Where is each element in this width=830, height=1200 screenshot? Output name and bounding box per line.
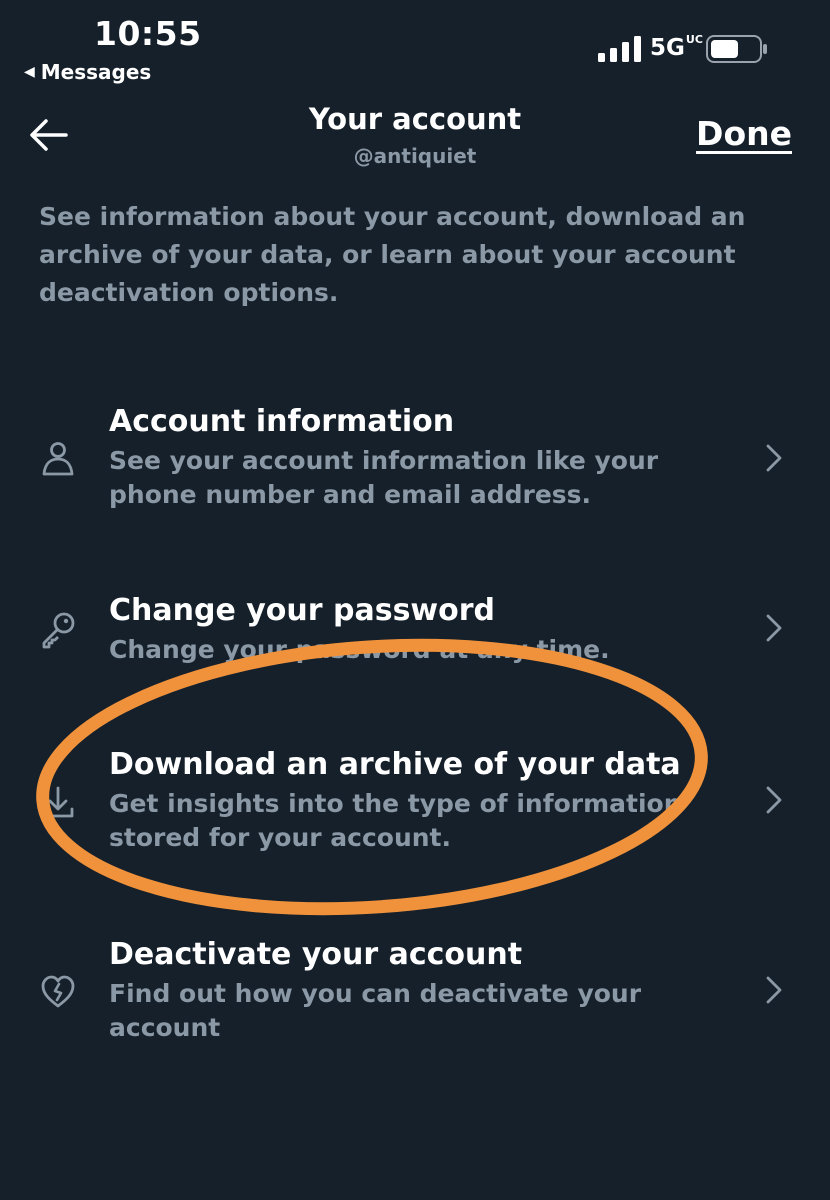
download-icon <box>42 786 74 818</box>
signal-strength-icon <box>598 36 641 62</box>
status-time: 10:55 <box>94 14 202 53</box>
back-triangle-icon: ◀ <box>24 64 35 80</box>
nav-header: Your account @antiquiet Done <box>0 100 830 180</box>
item-title: Change your password <box>109 593 496 628</box>
network-indicator: 5GUC <box>650 33 703 61</box>
chevron-right-icon <box>766 786 782 814</box>
battery-icon <box>706 35 767 63</box>
item-title: Account information <box>109 404 455 439</box>
back-to-app-link[interactable]: ◀ Messages <box>24 60 151 84</box>
item-description: See your account information like your p… <box>109 446 659 509</box>
back-app-label: Messages <box>40 60 152 84</box>
chevron-right-icon <box>766 614 782 642</box>
menu-item-deactivate-account[interactable]: Deactivate your account Find out how you… <box>0 934 830 1054</box>
menu-item-account-information[interactable]: Account information See your account inf… <box>0 400 830 520</box>
chevron-right-icon <box>766 976 782 1004</box>
broken-heart-icon <box>41 975 75 1008</box>
item-description: Change your password at any time. <box>109 635 610 664</box>
key-icon <box>42 612 75 649</box>
network-badge: UC <box>685 33 703 46</box>
person-icon <box>42 442 74 476</box>
done-button[interactable]: Done <box>696 114 792 153</box>
item-title: Deactivate your account <box>109 937 523 972</box>
item-description: Get insights into the type of informatio… <box>109 789 682 852</box>
item-description: Find out how you can deactivate your acc… <box>109 979 642 1042</box>
menu-item-download-archive[interactable]: Download an archive of your data Get ins… <box>0 744 830 864</box>
chevron-right-icon <box>766 444 782 472</box>
menu-item-change-password[interactable]: Change your password Change your passwor… <box>0 590 830 670</box>
intro-text: See information about your account, down… <box>39 202 746 307</box>
item-title: Download an archive of your data <box>109 747 681 782</box>
status-bar: 10:55 ◀ Messages 5GUC <box>0 0 830 100</box>
network-type: 5G <box>650 35 685 61</box>
